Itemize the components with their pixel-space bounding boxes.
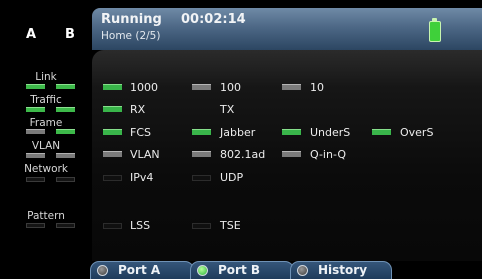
indicator-overs-led	[372, 129, 391, 135]
indicator-qinq-led	[282, 151, 301, 157]
network-led-b	[56, 177, 75, 182]
indicator-qinq-label: Q-in-Q	[310, 148, 346, 161]
port-a-header: A	[26, 27, 37, 42]
indicator-overs-label: OverS	[400, 126, 434, 139]
indicator-jabber-led	[192, 129, 211, 135]
indicator-100-led	[192, 84, 211, 90]
indicator-1000-led	[103, 84, 122, 90]
rail-label-pattern: Pattern	[27, 210, 65, 222]
indicator-8021ad-led	[192, 151, 211, 157]
battery-full-icon	[429, 21, 441, 42]
network-led-a	[26, 177, 45, 182]
elapsed-timer: 00:02:14	[181, 12, 246, 27]
indicator-100-label: 100	[220, 81, 241, 94]
indicator-10-led	[282, 84, 301, 90]
indicator-lss-label: LSS	[130, 219, 151, 232]
test-status: Running	[101, 12, 162, 27]
pattern-led-b	[56, 223, 75, 228]
indicator-ipv4-led	[103, 175, 122, 181]
indicator-udp-led	[192, 175, 211, 181]
status-header: Running Home (2/5) 00:02:14	[92, 8, 482, 50]
indicator-udp-label: UDP	[220, 171, 244, 184]
tab-port-b-label: Port B	[218, 263, 261, 277]
rail-label-link: Link	[35, 71, 57, 83]
indicator-tx-label: TX	[220, 103, 235, 116]
port-b-header: B	[65, 27, 75, 42]
indicator-tse-label: TSE	[220, 219, 241, 232]
history-status-icon	[297, 265, 308, 276]
vlan-led-b	[56, 153, 75, 158]
indicator-ipv4-label: IPv4	[130, 171, 154, 184]
rail-label-vlan: VLAN	[31, 140, 61, 152]
frame-led-b	[56, 129, 75, 134]
indicator-1000-label: 1000	[130, 81, 158, 94]
indicator-fcs-label: FCS	[130, 126, 151, 139]
tab-port-a[interactable]: Port A	[90, 261, 194, 279]
port-status-rail: A B Link Traffic Frame VLAN Network Patt…	[0, 0, 92, 279]
tab-port-a-label: Port A	[118, 263, 161, 277]
link-led-b	[56, 84, 75, 89]
indicator-rx-led	[103, 106, 122, 112]
link-led-a	[26, 84, 45, 89]
tab-bar: Port A Port B History	[0, 261, 482, 279]
vlan-led-a	[26, 153, 45, 158]
traffic-led-b	[56, 107, 75, 112]
indicator-unders-led	[282, 129, 301, 135]
indicator-jabber-label: Jabber	[220, 126, 256, 139]
frame-led-a	[26, 129, 45, 134]
indicator-10-label: 10	[310, 81, 324, 94]
indicator-vlan-led	[103, 151, 122, 157]
port-a-status-icon	[97, 265, 108, 276]
indicator-unders-label: UnderS	[310, 126, 351, 139]
tab-history-label: History	[318, 263, 368, 277]
indicator-vlan-label: VLAN	[130, 148, 160, 161]
page-indicator: Home (2/5)	[101, 30, 161, 42]
rail-label-frame: Frame	[29, 117, 63, 129]
tab-history[interactable]: History	[290, 261, 392, 279]
port-b-status-icon	[197, 265, 208, 276]
indicator-tse-led	[192, 223, 211, 229]
indicator-fcs-led	[103, 129, 122, 135]
indicator-panel: 1000 100 10 RX TX FCS Jabber UnderS Over…	[92, 50, 482, 261]
tab-port-b[interactable]: Port B	[190, 261, 294, 279]
indicator-8021ad-label: 802.1ad	[220, 148, 266, 161]
traffic-led-a	[26, 107, 45, 112]
indicator-rx-label: RX	[130, 103, 146, 116]
indicator-lss-led	[103, 223, 122, 229]
rail-label-network: Network	[24, 163, 68, 175]
pattern-led-a	[26, 223, 45, 228]
rail-label-traffic: Traffic	[30, 94, 62, 106]
